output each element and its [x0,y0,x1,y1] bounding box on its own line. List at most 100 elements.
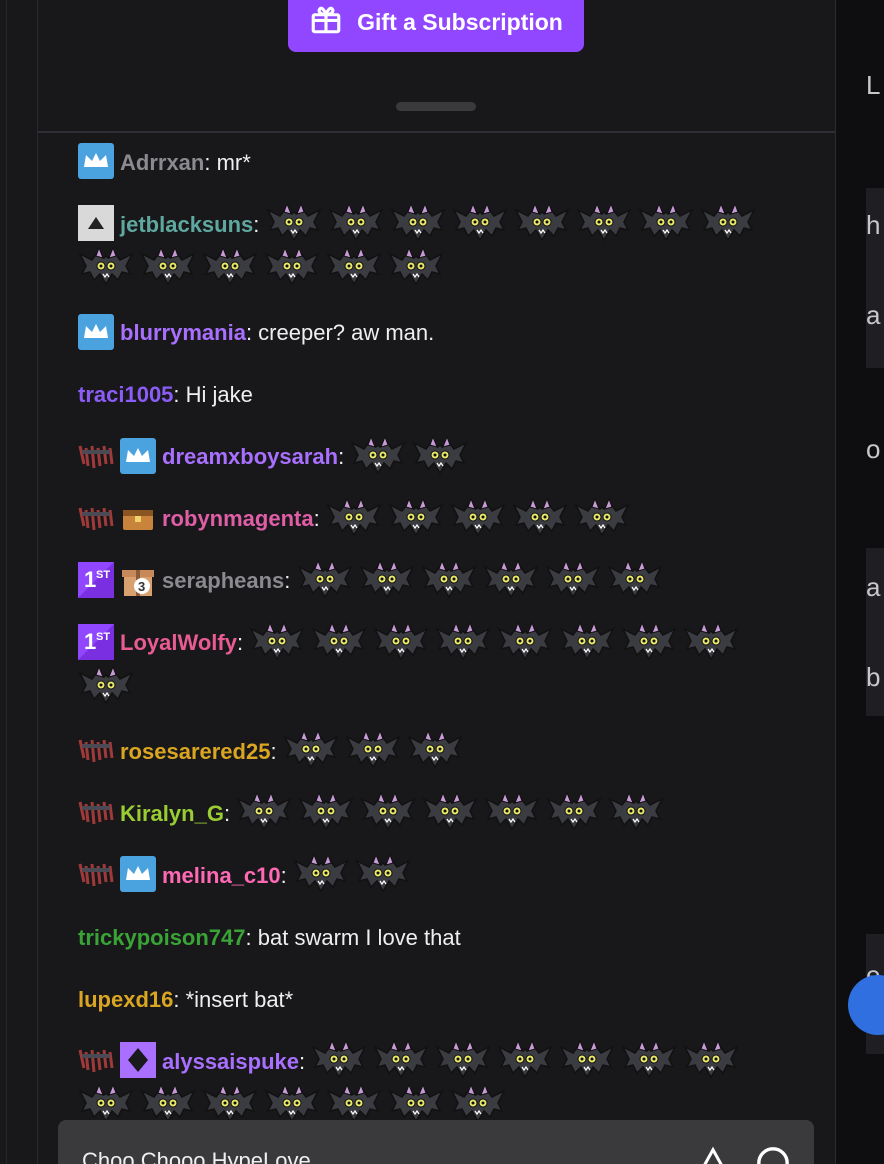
bat-emote-icon[interactable] [293,851,349,895]
chat-username[interactable]: dreamxboysarah [162,444,338,469]
prime-crown-icon[interactable] [78,143,114,180]
bat-emote-icon[interactable] [236,789,292,833]
chat-username[interactable]: robynmagenta [162,506,314,531]
bat-emote-icon[interactable] [202,1081,258,1125]
bat-emote-icon[interactable] [637,200,694,244]
bat-emote-icon[interactable] [497,1037,553,1081]
chat-username[interactable]: traci1005 [78,382,173,407]
bat-emote-icon[interactable] [311,619,367,663]
bat-emote-icon[interactable] [326,495,382,539]
chat-username[interactable]: melina_c10 [162,863,281,888]
bat-emote-icon[interactable] [435,619,491,663]
bat-emote-icon[interactable] [355,851,411,895]
bat-emote-icon[interactable] [373,1037,429,1081]
drag-handle[interactable] [396,102,476,111]
bat-emote-icon[interactable] [326,1081,382,1125]
bat-badge-icon[interactable] [78,794,114,830]
bat-emote-icon[interactable] [621,1037,677,1081]
first-badge-icon[interactable]: 1 ST [78,623,114,660]
bat-emote-icon[interactable] [388,244,444,288]
diamond-badge-icon[interactable] [120,1041,156,1078]
bat-badge-icon[interactable] [78,438,114,474]
bat-emote-icon[interactable] [451,200,508,244]
bat-emote-icon[interactable] [606,557,663,601]
chat-username[interactable]: trickypoison747 [78,925,246,950]
bat-emote-icon[interactable] [360,789,416,833]
gift-subscription-button[interactable]: Gift a Subscription [288,0,584,52]
bat-badge-icon[interactable] [78,1042,114,1078]
chat-username[interactable]: lupexd16 [78,987,173,1012]
bat-emote-icon[interactable] [264,1081,320,1125]
bat-emote-icon[interactable] [358,557,415,601]
prime-crown-icon[interactable] [78,313,114,350]
bat-emote-icon[interactable] [327,200,384,244]
bat-emote-icon[interactable] [621,619,677,663]
bat-badge-icon[interactable] [78,500,114,536]
bat-emote-icon[interactable] [574,495,630,539]
treasure-chest-icon[interactable] [120,500,156,536]
chat-username[interactable]: Adrrxan [120,150,204,175]
chat-username[interactable]: Kiralyn_G [120,801,224,826]
bat-emote-icon[interactable] [345,727,401,771]
bat-emote-icon[interactable] [482,557,539,601]
chat-username[interactable]: jetblacksuns [120,212,253,237]
bat-emote-icon[interactable] [546,789,602,833]
bat-emote-icon[interactable] [140,244,196,288]
chat-username[interactable]: blurrymania [120,320,246,345]
prime-crown-icon[interactable] [120,855,156,892]
chat-username[interactable]: rosesarered25 [120,739,270,764]
bat-emote-icon[interactable] [265,200,322,244]
bat-emote-icon[interactable] [140,1081,196,1125]
chat-separator: : [173,986,186,1012]
bat-emote-icon[interactable] [435,1037,491,1081]
bat-emote-icon[interactable] [422,789,478,833]
bat-emote-icon[interactable] [298,789,354,833]
bat-emote-icon[interactable] [412,433,469,477]
bat-emote-icon[interactable] [78,663,134,707]
bat-emote-icon[interactable] [497,619,553,663]
bat-emote-icon[interactable] [388,1081,444,1125]
bat-emote-icon[interactable] [559,1037,615,1081]
emote-picker-icon[interactable] [756,1146,790,1164]
bat-emote-icon[interactable] [450,495,506,539]
bat-emote-icon[interactable] [683,1037,739,1081]
bat-emote-icon[interactable] [683,619,739,663]
bat-emote-icon[interactable] [264,244,320,288]
sidebar-letter: L [866,70,881,100]
bat-emote-icon[interactable] [350,433,407,477]
bat-emote-icon[interactable] [420,557,477,601]
bat-emote-icon[interactable] [78,1081,134,1125]
bat-emote-icon[interactable] [283,727,339,771]
gift-3-badge-icon[interactable]: 3 [120,562,156,598]
chat-username[interactable]: alyssaispuke [162,1049,299,1074]
first-badge-icon[interactable]: 1 ST [78,561,114,598]
bat-badge-icon[interactable] [78,732,114,768]
bat-emote-icon[interactable] [326,244,382,288]
bat-emote-icon[interactable] [484,789,540,833]
bat-emote-icon[interactable] [389,200,446,244]
bat-emote-icon[interactable] [513,200,570,244]
bat-emote-icon[interactable] [202,244,258,288]
bat-emote-icon[interactable] [450,1081,506,1125]
bits-triangle-icon[interactable] [698,1146,728,1164]
bat-emote-icon[interactable] [559,619,615,663]
bat-badge-icon[interactable] [78,856,114,892]
prime-crown-icon[interactable] [120,437,156,474]
bat-emote-icon[interactable] [388,495,444,539]
bat-emote-icon[interactable] [407,727,463,771]
bat-emote-icon[interactable] [296,557,353,601]
bat-emote-icon[interactable] [575,200,632,244]
chat-username[interactable]: LoyalWolfy [120,630,237,655]
bat-emote-icon[interactable] [608,789,664,833]
sidebar-letter: h [866,210,881,240]
bat-emote-icon[interactable] [311,1037,367,1081]
chat-input[interactable]: Choo Chooo HypeLove [58,1120,814,1164]
triangle-box-icon[interactable] [78,205,114,242]
bat-emote-icon[interactable] [78,244,134,288]
bat-emote-icon[interactable] [249,619,305,663]
bat-emote-icon[interactable] [512,495,568,539]
bat-emote-icon[interactable] [699,200,756,244]
bat-emote-icon[interactable] [544,557,601,601]
bat-emote-icon[interactable] [373,619,429,663]
chat-username[interactable]: serapheans [162,568,284,593]
